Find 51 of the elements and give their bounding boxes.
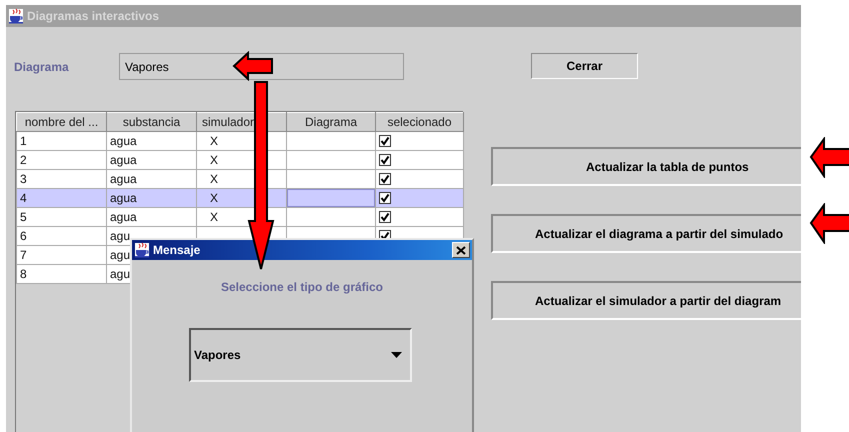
- table-cell: 8: [20, 267, 27, 281]
- column-header[interactable]: substancia: [106, 112, 196, 132]
- table-cell: agua: [110, 172, 137, 186]
- table-cell-text: X: [209, 153, 218, 167]
- column-header[interactable]: Diagrama: [286, 112, 376, 132]
- action-button[interactable]: Actualizar el diagrama a partir del simulado: [491, 214, 801, 253]
- table-cell: agu: [110, 267, 130, 281]
- table-cell-text: X: [209, 210, 218, 224]
- table-row[interactable]: 2 agua X: [16, 150, 464, 170]
- table-cell: 5: [20, 210, 27, 224]
- cup-icon: [134, 242, 150, 258]
- chart-type-dropdown[interactable]: Vapores: [189, 328, 412, 382]
- checkbox[interactable]: [379, 154, 391, 166]
- cup-icon: [8, 8, 24, 24]
- table-cell: agu: [110, 248, 130, 262]
- dialog-title: Mensaje: [153, 243, 202, 257]
- table-cell: 7: [20, 248, 27, 262]
- table-cell: agu: [110, 229, 130, 243]
- table-cell: 2: [20, 153, 27, 167]
- table-cell: agua: [110, 191, 137, 205]
- annotation-arrow: [809, 203, 849, 244]
- table-cell: 3: [20, 172, 27, 186]
- table-cell-text: X: [209, 191, 218, 205]
- dialog-message: Seleccione el tipo de gráfico: [220, 280, 384, 294]
- column-header[interactable]: nombre del ...: [16, 112, 106, 132]
- table-row[interactable]: 3 agua X: [16, 170, 464, 188]
- table-cell: agua: [110, 153, 137, 167]
- checkbox[interactable]: [379, 173, 391, 185]
- table-cell: 1: [20, 134, 27, 148]
- checkbox[interactable]: [379, 192, 391, 204]
- diagram-field[interactable]: Vapores: [119, 53, 404, 80]
- table-cell: agua: [110, 210, 137, 224]
- action-button[interactable]: Actualizar el simulador a partir del diagram: [491, 281, 801, 320]
- column-header[interactable]: selecionado: [376, 112, 464, 132]
- table-row[interactable]: 4 agua X: [16, 188, 464, 208]
- annotation-arrow: [809, 137, 849, 178]
- close-icon[interactable]: [452, 242, 470, 258]
- table-cell: 4: [20, 191, 27, 205]
- caret-icon: [391, 352, 402, 358]
- table-cell-text: X: [209, 134, 218, 148]
- table-cell: agua: [110, 134, 137, 148]
- checkbox[interactable]: [379, 135, 391, 147]
- checkbox[interactable]: [379, 211, 391, 223]
- table-cell: 6: [20, 229, 27, 243]
- field-label: Diagrama: [14, 60, 70, 74]
- action-button[interactable]: Actualizar la tabla de puntos: [491, 147, 801, 186]
- table-cell-text: X: [209, 172, 218, 186]
- close-button[interactable]: Cerrar: [531, 53, 638, 79]
- table-row[interactable]: 5 agua X: [16, 208, 464, 226]
- table-row[interactable]: 1 agua X: [16, 132, 464, 150]
- window-title: Diagramas interactivos: [27, 9, 160, 23]
